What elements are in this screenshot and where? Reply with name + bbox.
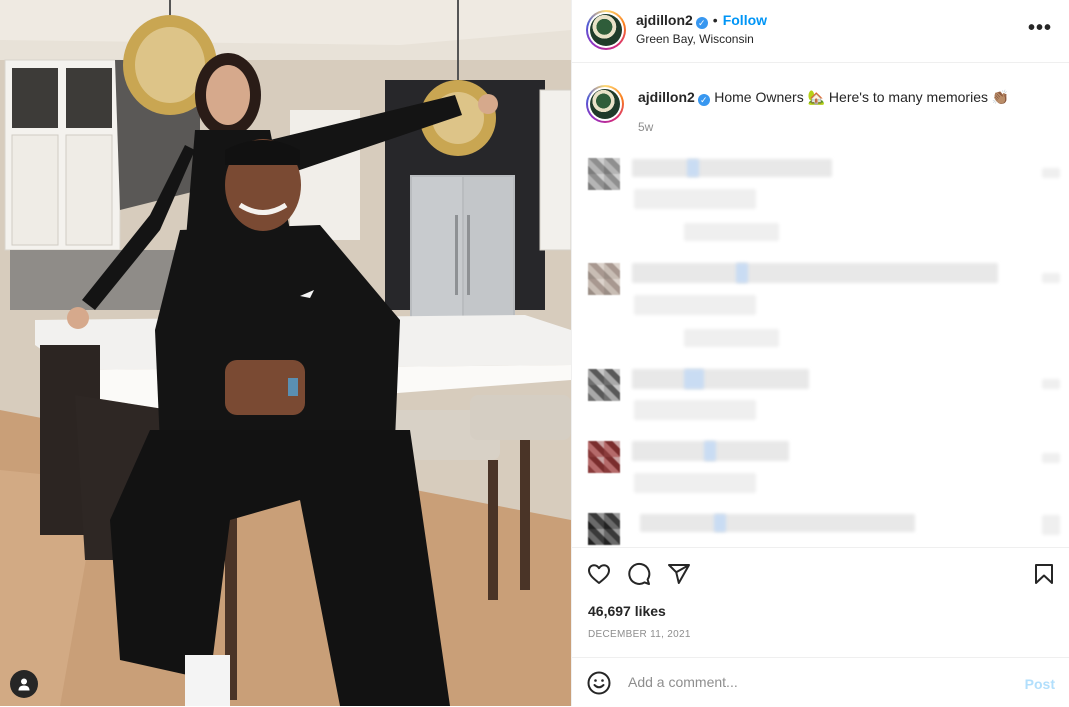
comment-avatar[interactable] [588, 263, 620, 295]
comment-avatar[interactable] [588, 441, 620, 473]
comment-mention-blurred [684, 369, 704, 389]
comment-mention-blurred [704, 441, 716, 461]
caption-text: Home Owners 🏡 Here's to many memories 👏🏽 [714, 89, 1010, 105]
smiley-icon[interactable] [586, 670, 612, 696]
comment-text-blurred [632, 159, 832, 177]
likes-count[interactable]: 46,697 likes [588, 603, 666, 619]
comments-section: ajdillon2 ✓ Home Owners 🏡 Here's to many … [572, 63, 1069, 547]
author-username[interactable]: ajdillon2 [636, 12, 693, 28]
comment-text-blurred [640, 514, 915, 532]
comment-like-icon[interactable] [1042, 379, 1060, 389]
comment-like-icon[interactable] [1042, 168, 1060, 178]
comment-avatar[interactable] [588, 369, 620, 401]
author-avatar[interactable] [586, 10, 626, 50]
view-replies-blurred [684, 329, 779, 347]
comment-mention-blurred [687, 159, 699, 177]
caption-author-avatar[interactable] [586, 85, 624, 123]
avatar-image [590, 14, 622, 46]
post-photo[interactable] [0, 0, 571, 706]
comment-mention-blurred [736, 263, 748, 283]
separator-dot: • [712, 12, 718, 28]
comment-meta-blurred [634, 473, 756, 493]
verified-badge-icon: ✓ [695, 17, 708, 29]
post-date[interactable]: DECEMBER 11, 2021 [588, 629, 691, 640]
bookmark-icon[interactable] [1031, 561, 1057, 587]
verified-badge-icon: ✓ [697, 94, 710, 106]
comment-meta-blurred [634, 189, 756, 209]
header-title-row: ajdillon2 ✓ • Follow [636, 12, 767, 30]
post-location[interactable]: Green Bay, Wisconsin [636, 32, 754, 46]
comment-like-icon[interactable] [1042, 273, 1060, 283]
more-options-icon[interactable]: ••• [1028, 18, 1052, 38]
caption: ajdillon2 ✓ Home Owners 🏡 Here's to many … [638, 89, 1009, 107]
comment-like-icon[interactable] [1042, 453, 1060, 463]
view-replies-blurred [684, 223, 779, 241]
comment-icon[interactable] [626, 561, 652, 587]
comment-meta-blurred [634, 400, 756, 420]
post-header: ajdillon2 ✓ • Follow Green Bay, Wisconsin •… [572, 0, 1069, 63]
caption-username[interactable]: ajdillon2 [638, 89, 695, 105]
post-comment-button[interactable]: Post [1025, 676, 1055, 692]
post-actions: 46,697 likes DECEMBER 11, 2021 [572, 547, 1069, 658]
comment-text-blurred [632, 369, 809, 389]
tagged-users-button[interactable] [10, 670, 38, 698]
avatar-image [590, 89, 620, 119]
add-comment-input[interactable] [628, 672, 1008, 692]
comment-avatar[interactable] [588, 513, 620, 545]
comment-like-icon[interactable] [1042, 515, 1060, 535]
caption-time[interactable]: 5w [638, 120, 653, 134]
follow-button[interactable]: Follow [723, 12, 767, 28]
comment-mention-blurred [714, 514, 726, 532]
kitchen-photo [0, 0, 571, 706]
share-icon[interactable] [666, 561, 692, 587]
heart-icon[interactable] [586, 561, 612, 587]
comment-meta-blurred [634, 295, 756, 315]
add-comment-bar: Post [572, 657, 1069, 707]
comment-text-blurred [632, 263, 998, 283]
comment-avatar[interactable] [588, 158, 620, 190]
person-icon [18, 678, 30, 691]
post-details-panel: ajdillon2 ✓ • Follow Green Bay, Wisconsin •… [571, 0, 1069, 706]
